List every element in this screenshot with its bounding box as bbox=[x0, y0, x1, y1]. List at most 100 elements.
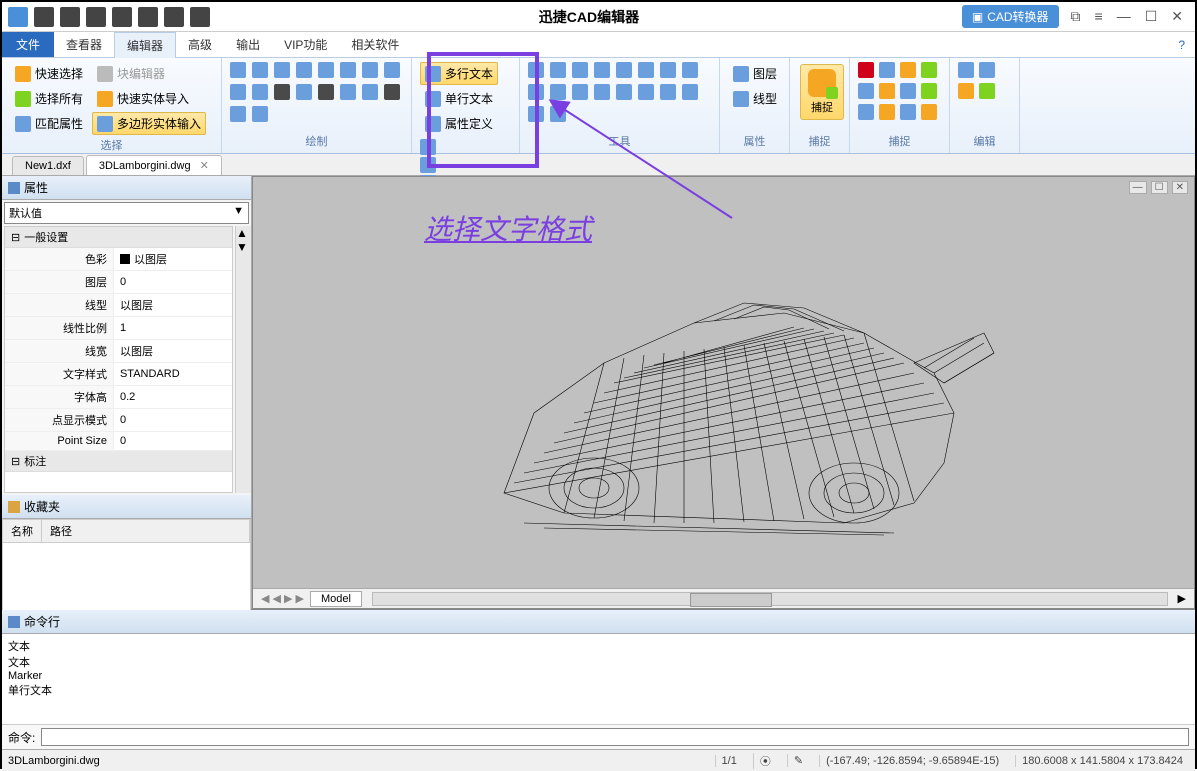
snap-int-icon[interactable] bbox=[879, 83, 895, 99]
doc-tab-lamborgini[interactable]: 3DLamborgini.dwg ✕ bbox=[86, 155, 222, 175]
select-all-button[interactable]: 选择所有 bbox=[10, 87, 88, 110]
snap-perp-icon[interactable] bbox=[858, 104, 874, 120]
ellipse-icon[interactable] bbox=[230, 84, 246, 100]
tab-output[interactable]: 输出 bbox=[224, 32, 272, 57]
horizontal-scrollbar[interactable] bbox=[372, 592, 1168, 606]
open-icon[interactable] bbox=[60, 7, 80, 27]
array-icon[interactable] bbox=[572, 84, 588, 100]
trim-icon[interactable] bbox=[572, 62, 588, 78]
viewport[interactable]: — ☐ ✕ bbox=[252, 176, 1195, 609]
match-prop-button[interactable]: 匹配属性 bbox=[10, 112, 88, 135]
general-section[interactable]: ⊟ 一般设置 bbox=[5, 227, 232, 248]
snap-ext-icon[interactable] bbox=[900, 83, 916, 99]
prop-row-pointmode[interactable]: 点显示模式0 bbox=[5, 409, 232, 432]
tab-nav-arrows[interactable]: ◀ ◀ ▶ ▶ bbox=[261, 592, 304, 605]
polygon-tool-icon[interactable] bbox=[296, 62, 312, 78]
close-icon[interactable]: ✕ bbox=[1171, 8, 1183, 25]
polygon-entity-input-button[interactable]: 多边形实体输入 bbox=[92, 112, 206, 135]
tab-close-icon[interactable]: ✕ bbox=[200, 160, 209, 172]
doc-tab-new1[interactable]: New1.dxf bbox=[12, 156, 84, 175]
cloud-icon[interactable] bbox=[340, 62, 356, 78]
capture-button[interactable]: 捕捉 bbox=[800, 64, 844, 120]
restore-icon[interactable]: ⧉ bbox=[1071, 8, 1081, 25]
hatch-icon[interactable] bbox=[340, 84, 356, 100]
paste-icon[interactable] bbox=[979, 83, 995, 99]
chamfer-icon[interactable] bbox=[682, 62, 698, 78]
vp-min-icon[interactable]: — bbox=[1129, 181, 1147, 194]
tab-vip[interactable]: VIP功能 bbox=[272, 32, 339, 57]
snap-near-icon[interactable] bbox=[900, 104, 916, 120]
file-menu[interactable]: 文件 bbox=[2, 32, 54, 57]
tab-editor[interactable]: 编辑器 bbox=[114, 32, 176, 58]
prop-icon[interactable] bbox=[958, 62, 974, 78]
snap-center-icon[interactable] bbox=[900, 62, 916, 78]
prop-row-layer[interactable]: 图层0 bbox=[5, 271, 232, 294]
app-icon[interactable] bbox=[8, 7, 28, 27]
scissors-icon[interactable] bbox=[979, 62, 995, 78]
fav-col-path[interactable]: 路径 bbox=[42, 520, 250, 542]
region-icon[interactable] bbox=[362, 84, 378, 100]
prop-row-textstyle[interactable]: 文字样式STANDARD bbox=[5, 363, 232, 386]
ellipse-arc-icon[interactable] bbox=[252, 84, 268, 100]
default-dropdown[interactable]: 默认值▼ bbox=[4, 202, 249, 224]
prop-row-color[interactable]: 色彩以图层 bbox=[5, 248, 232, 271]
help-icon[interactable]: ? bbox=[1178, 38, 1195, 52]
polyline-icon[interactable] bbox=[252, 62, 268, 78]
block-insert-icon[interactable] bbox=[252, 106, 268, 122]
copy-icon[interactable] bbox=[616, 62, 632, 78]
clipboard-icon[interactable] bbox=[958, 83, 974, 99]
quick-select-button[interactable]: 快速选择 bbox=[10, 62, 88, 85]
tab-advanced[interactable]: 高级 bbox=[176, 32, 224, 57]
undo-icon[interactable] bbox=[164, 7, 184, 27]
extend-icon[interactable] bbox=[550, 106, 566, 122]
save-icon[interactable] bbox=[86, 7, 106, 27]
command-log[interactable]: 文本 文本 Marker 单行文本 bbox=[2, 634, 1195, 725]
attr-def-button[interactable]: 属性定义 bbox=[420, 112, 498, 135]
scrollbar[interactable]: ▲▼ bbox=[235, 226, 251, 493]
scale-icon[interactable] bbox=[550, 84, 566, 100]
multiline-text-button[interactable]: 多行文本 bbox=[420, 62, 498, 85]
prop-row-pointsize[interactable]: Point Size0 bbox=[5, 432, 232, 451]
rect-icon[interactable] bbox=[274, 62, 290, 78]
ray-icon[interactable] bbox=[296, 84, 312, 100]
circle-icon[interactable] bbox=[384, 62, 400, 78]
xline-icon[interactable] bbox=[318, 84, 334, 100]
new-icon[interactable] bbox=[34, 7, 54, 27]
align-icon[interactable] bbox=[660, 84, 676, 100]
status-icon1[interactable]: ⦿ bbox=[753, 753, 777, 769]
text-style-icon[interactable] bbox=[420, 139, 436, 155]
singleline-text-button[interactable]: 单行文本 bbox=[420, 87, 498, 110]
command-input[interactable] bbox=[41, 728, 1189, 746]
export-icon[interactable] bbox=[112, 7, 132, 27]
rotate-icon[interactable] bbox=[550, 62, 566, 78]
fav-col-name[interactable]: 名称 bbox=[3, 520, 42, 542]
scroll-right-icon[interactable]: ▶ bbox=[1178, 592, 1186, 605]
tab-related[interactable]: 相关软件 bbox=[339, 32, 411, 57]
explode-icon[interactable] bbox=[638, 84, 654, 100]
vp-close-icon[interactable]: ✕ bbox=[1172, 181, 1188, 194]
cad-converter-button[interactable]: ▣ CAD转换器 bbox=[962, 5, 1059, 28]
layer-button[interactable]: 图层 bbox=[728, 62, 782, 85]
snap-tan-icon[interactable] bbox=[879, 104, 895, 120]
move-icon[interactable] bbox=[528, 62, 544, 78]
arc-icon[interactable] bbox=[362, 62, 378, 78]
minimize-icon[interactable]: — bbox=[1117, 8, 1131, 25]
prop-row-textheight[interactable]: 字体高0.2 bbox=[5, 386, 232, 409]
menu-icon[interactable]: ≡ bbox=[1095, 8, 1103, 25]
text-edit-icon[interactable] bbox=[420, 157, 436, 173]
fillet-icon[interactable] bbox=[660, 62, 676, 78]
offset-icon[interactable] bbox=[594, 84, 610, 100]
model-tab[interactable]: Model bbox=[310, 591, 362, 607]
quick-entity-import-button[interactable]: 快速实体导入 bbox=[92, 87, 206, 110]
point-icon[interactable] bbox=[274, 84, 290, 100]
snap-mid-icon[interactable] bbox=[879, 62, 895, 78]
snap-par-icon[interactable] bbox=[921, 104, 937, 120]
stretch-icon[interactable] bbox=[528, 84, 544, 100]
status-icon2[interactable]: ✎ bbox=[787, 754, 809, 767]
print-icon[interactable] bbox=[138, 7, 158, 27]
snap-ins-icon[interactable] bbox=[921, 83, 937, 99]
dim-icon[interactable] bbox=[594, 62, 610, 78]
prop-row-lineweight[interactable]: 线宽以图层 bbox=[5, 340, 232, 363]
tab-viewer[interactable]: 查看器 bbox=[54, 32, 114, 57]
spline-icon[interactable] bbox=[318, 62, 334, 78]
